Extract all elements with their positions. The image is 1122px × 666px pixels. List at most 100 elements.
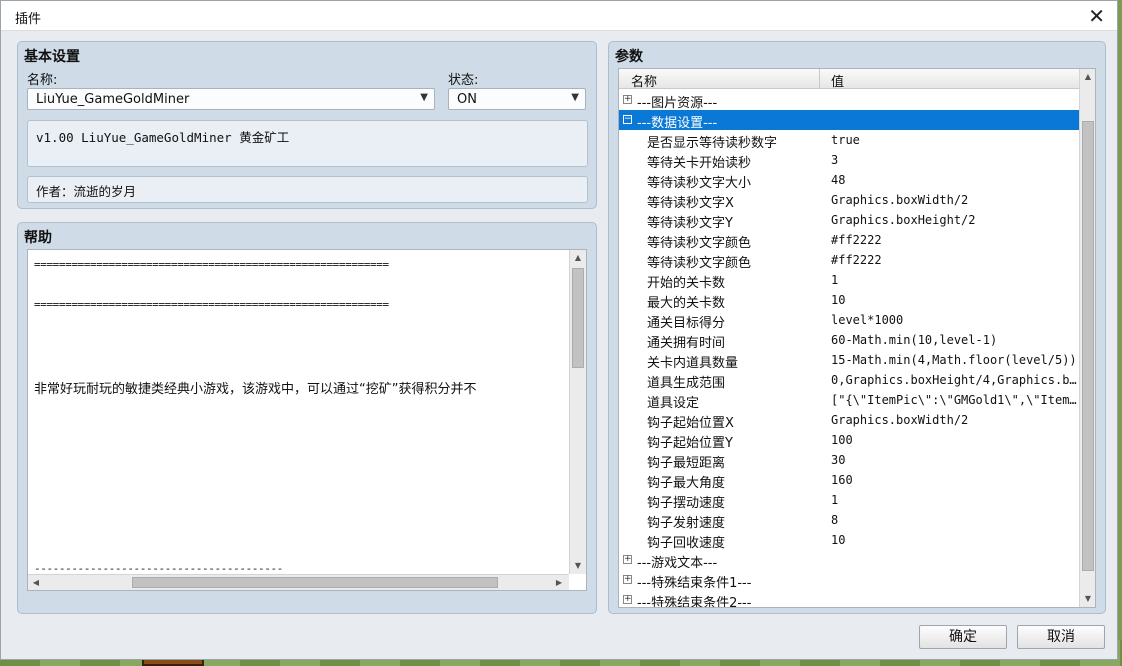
parameter-row[interactable]: 最大的关卡数 10 — [619, 290, 1079, 311]
arrow-up-icon[interactable]: ▲ — [1080, 69, 1095, 85]
help-heading: 帮助 — [24, 230, 52, 246]
category-label: ---特殊结束条件2--- — [637, 596, 752, 608]
minus-box-icon[interactable]: − — [623, 115, 632, 124]
plus-box-icon[interactable]: + — [623, 575, 632, 584]
parameter-row[interactable]: 等待读秒文字X Graphics.boxWidth/2 — [619, 190, 1079, 211]
parameter-value[interactable]: 15-Math.min(4,Math.floor(level/5)) — [831, 353, 1077, 367]
parameter-row[interactable]: 关卡内道具数量 15-Math.min(4,Math.floor(level/5)… — [619, 350, 1079, 371]
parameter-name: 等待读秒文字Y — [647, 216, 733, 231]
parameter-row[interactable]: 道具设定 ["{\"ItemPic\":\"GMGold1\",\"ItemS… — [619, 390, 1079, 411]
parameter-name: 通关拥有时间 — [647, 336, 726, 351]
parameter-row[interactable]: 钩子摆动速度 1 — [619, 490, 1079, 511]
help-vertical-scrollbar[interactable]: ▲ ▼ — [569, 250, 586, 574]
arrow-down-icon[interactable]: ▼ — [570, 558, 586, 574]
parameter-row[interactable]: 钩子最大角度 160 — [619, 470, 1079, 491]
basic-settings-panel: 基本设置 名称: LiuYue_GameGoldMiner ▼ 状态: ON ▼… — [17, 41, 597, 209]
parameter-row[interactable]: 等待读秒文字大小 48 — [619, 170, 1079, 191]
help-panel: 帮助 =====================================… — [17, 222, 597, 614]
parameter-value[interactable]: Graphics.boxWidth/2 — [831, 193, 1077, 207]
ok-button[interactable]: 确定 — [919, 625, 1007, 649]
plugin-name-select[interactable]: LiuYue_GameGoldMiner ▼ — [27, 88, 435, 110]
parameter-row[interactable]: 等待读秒文字颜色 #ff2222 — [619, 250, 1079, 271]
parameter-row[interactable]: 是否显示等待读秒数字 true — [619, 130, 1079, 151]
dialog-title: 插件 — [15, 12, 42, 27]
help-horizontal-scrollbar[interactable]: ◀ ▶ — [28, 574, 569, 590]
column-header-name[interactable]: 名称 — [631, 71, 657, 90]
parameter-row[interactable]: 钩子起始位置X Graphics.boxWidth/2 — [619, 410, 1079, 431]
parameter-value[interactable]: 1 — [831, 273, 1077, 287]
parameter-value[interactable]: 0,Graphics.boxHeight/4,Graphics.bo… — [831, 373, 1077, 387]
parameter-name: 等待读秒文字X — [647, 196, 734, 211]
parameter-row[interactable]: 钩子最短距离 30 — [619, 450, 1079, 471]
parameter-name: 道具生成范围 — [647, 376, 726, 391]
column-separator[interactable] — [819, 69, 820, 89]
parameter-value[interactable]: 160 — [831, 473, 1077, 487]
parameter-row[interactable]: 等待读秒文字颜色 #ff2222 — [619, 230, 1079, 251]
parameter-value[interactable]: true — [831, 133, 1077, 147]
parameter-row[interactable]: 钩子发射速度 8 — [619, 510, 1079, 531]
parameter-row[interactable]: 钩子回收速度 10 — [619, 530, 1079, 551]
parameter-row[interactable]: 等待读秒文字Y Graphics.boxHeight/2 — [619, 210, 1079, 231]
category-row[interactable]: + ---特殊结束条件2--- — [619, 590, 1079, 608]
parameter-value[interactable]: Graphics.boxWidth/2 — [831, 413, 1077, 427]
parameter-value[interactable]: Graphics.boxHeight/2 — [831, 213, 1077, 227]
parameter-value[interactable]: 8 — [831, 513, 1077, 527]
parameter-row[interactable]: 通关拥有时间 60-Math.min(10,level-1) — [619, 330, 1079, 351]
parameter-value[interactable]: 48 — [831, 173, 1077, 187]
parameter-row[interactable]: 开始的关卡数 1 — [619, 270, 1079, 291]
parameter-value[interactable]: #ff2222 — [831, 233, 1077, 247]
status-select[interactable]: ON ▼ — [448, 88, 586, 110]
parameter-value[interactable]: 3 — [831, 153, 1077, 167]
parameters-panel: 参数 名称 值 + ---图片资源--- − ---数据设置--- 是否显示等待读秒数字… — [608, 41, 1106, 614]
plugin-name-value: LiuYue_GameGoldMiner — [36, 92, 190, 107]
title-bar: 插件 ✕ — [1, 1, 1117, 31]
parameter-value[interactable]: 60-Math.min(10,level-1) — [831, 333, 1077, 347]
category-row[interactable]: + ---游戏文本--- — [619, 550, 1079, 571]
parameter-value[interactable]: ["{\"ItemPic\":\"GMGold1\",\"ItemS… — [831, 393, 1077, 407]
arrow-right-icon[interactable]: ▶ — [551, 575, 567, 591]
category-row[interactable]: − ---数据设置--- — [619, 110, 1079, 131]
parameter-value[interactable]: 10 — [831, 533, 1077, 547]
parameter-name: 钩子最短距离 — [647, 456, 726, 471]
chevron-down-icon: ▼ — [571, 92, 579, 103]
parameter-value[interactable]: 100 — [831, 433, 1077, 447]
parameter-value[interactable]: 1 — [831, 493, 1077, 507]
parameter-value[interactable]: 30 — [831, 453, 1077, 467]
help-line: ========================================… — [34, 298, 389, 311]
arrow-left-icon[interactable]: ◀ — [28, 575, 44, 591]
parameter-name: 钩子起始位置Y — [647, 436, 733, 451]
parameter-name: 等待读秒文字颜色 — [647, 256, 752, 271]
parameter-row[interactable]: 道具生成范围 0,Graphics.boxHeight/4,Graphics.bo… — [619, 370, 1079, 391]
parameter-row[interactable]: 等待关卡开始读秒 3 — [619, 150, 1079, 171]
plus-box-icon[interactable]: + — [623, 595, 632, 604]
parameter-name: 钩子摆动速度 — [647, 496, 726, 511]
category-row[interactable]: + ---特殊结束条件1--- — [619, 570, 1079, 591]
chevron-down-icon: ▼ — [420, 92, 428, 103]
parameter-name: 钩子最大角度 — [647, 476, 726, 491]
parameters-grid[interactable]: 名称 值 + ---图片资源--- − ---数据设置--- 是否显示等待读秒数字 tru… — [618, 68, 1096, 608]
scroll-thumb[interactable] — [572, 268, 584, 368]
parameter-name: 通关目标得分 — [647, 316, 726, 331]
parameter-value[interactable]: #ff2222 — [831, 253, 1077, 267]
parameter-name: 钩子发射速度 — [647, 516, 726, 531]
close-icon[interactable]: ✕ — [1088, 4, 1105, 28]
category-row[interactable]: + ---图片资源--- — [619, 90, 1079, 111]
parameter-name: 钩子起始位置X — [647, 416, 734, 431]
parameter-value[interactable]: level*1000 — [831, 313, 1077, 327]
column-header-value[interactable]: 值 — [831, 71, 844, 90]
status-value: ON — [457, 92, 477, 107]
arrow-down-icon[interactable]: ▼ — [1080, 591, 1095, 607]
cancel-button[interactable]: 取消 — [1017, 625, 1105, 649]
parameter-value[interactable]: 10 — [831, 293, 1077, 307]
parameter-row[interactable]: 通关目标得分 level*1000 — [619, 310, 1079, 331]
scroll-thumb[interactable] — [132, 577, 498, 588]
plus-box-icon[interactable]: + — [623, 95, 632, 104]
grid-vertical-scrollbar[interactable]: ▲ ▼ — [1079, 69, 1095, 607]
parameter-row[interactable]: 钩子起始位置Y 100 — [619, 430, 1079, 451]
plus-box-icon[interactable]: + — [623, 555, 632, 564]
arrow-up-icon[interactable]: ▲ — [570, 250, 586, 266]
parameter-name: 钩子回收速度 — [647, 536, 726, 551]
help-textarea[interactable]: ========================================… — [27, 249, 587, 591]
scroll-thumb[interactable] — [1082, 121, 1094, 571]
parameter-name: 等待读秒文字颜色 — [647, 236, 752, 251]
